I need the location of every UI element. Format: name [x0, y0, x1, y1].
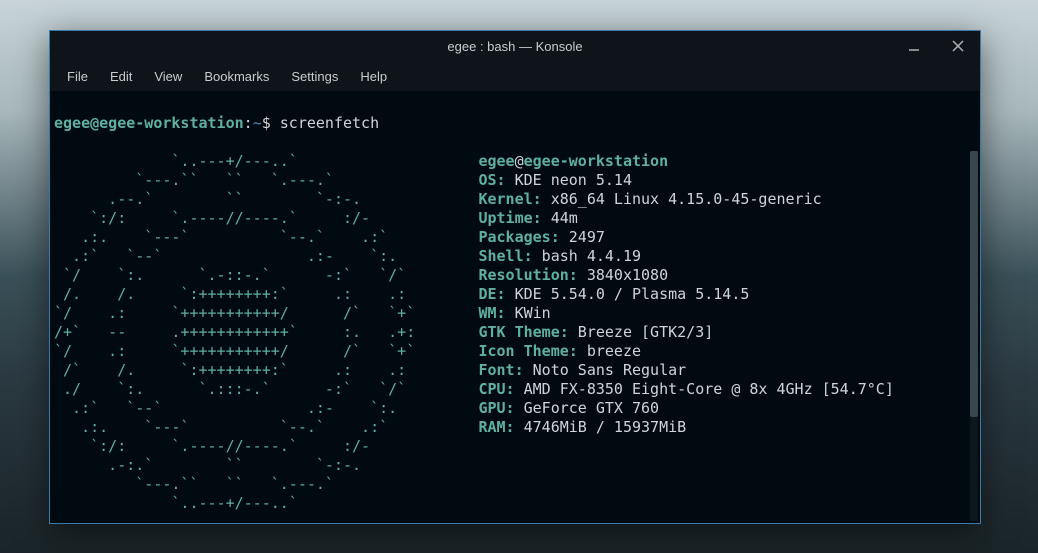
- window-controls: [892, 31, 980, 61]
- close-button[interactable]: [936, 31, 980, 61]
- screenfetch-output: `..---+/---..` egee@egee-workstation `--…: [54, 152, 976, 513]
- prompt-user: egee@egee-workstation: [54, 114, 244, 132]
- titlebar[interactable]: egee : bash — Konsole: [50, 31, 980, 61]
- close-icon: [952, 40, 964, 52]
- konsole-window: egee : bash — Konsole File Edit View Boo…: [49, 30, 981, 524]
- menu-help[interactable]: Help: [349, 65, 398, 88]
- menubar: File Edit View Bookmarks Settings Help: [50, 61, 980, 91]
- prompt-path: ~: [253, 114, 262, 132]
- menu-bookmarks[interactable]: Bookmarks: [193, 65, 280, 88]
- terminal-pane[interactable]: egee@egee-workstation:~$ screenfetch `..…: [50, 91, 980, 523]
- minimize-button[interactable]: [892, 31, 936, 61]
- minimize-icon: [908, 40, 920, 52]
- menu-view[interactable]: View: [143, 65, 193, 88]
- menu-file[interactable]: File: [56, 65, 99, 88]
- prompt-sep: :: [244, 114, 253, 132]
- scrollbar[interactable]: [970, 151, 978, 521]
- prompt-line-1: egee@egee-workstation:~$ screenfetch: [54, 114, 976, 133]
- prompt-sigil: $: [262, 114, 271, 132]
- command-text: screenfetch: [280, 114, 379, 132]
- menu-edit[interactable]: Edit: [99, 65, 143, 88]
- scrollbar-thumb[interactable]: [970, 151, 978, 417]
- window-title: egee : bash — Konsole: [50, 39, 980, 54]
- menu-settings[interactable]: Settings: [280, 65, 349, 88]
